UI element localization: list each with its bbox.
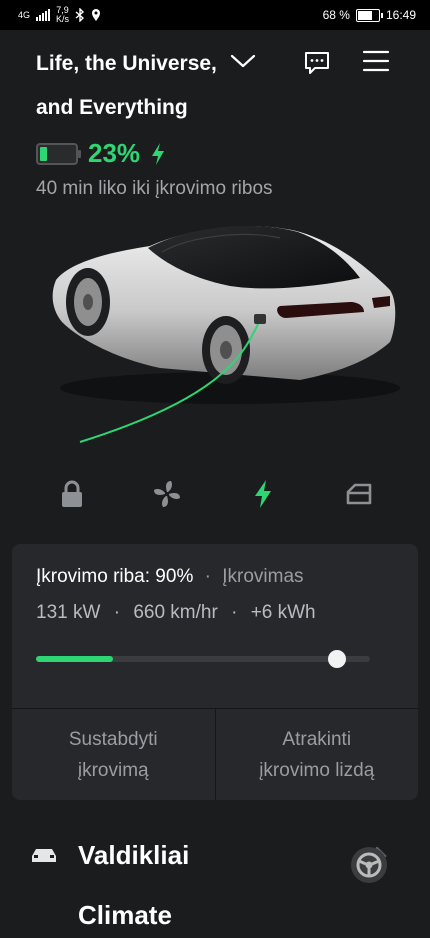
charging-state: Įkrovimas	[222, 566, 304, 587]
climate-row[interactable]: Climate	[0, 898, 430, 938]
steering-wheel-icon[interactable]	[351, 847, 387, 883]
charging-bolt-icon[interactable]	[245, 476, 281, 512]
controls-label: Valdikliai	[78, 840, 190, 870]
separator: ·	[113, 602, 121, 623]
charge-rate: 660 km/hr	[133, 602, 218, 623]
car-icon	[32, 849, 56, 862]
signal-icon	[36, 9, 51, 21]
time-to-limit: 40 min liko iki įkrovimo ribos	[36, 178, 273, 199]
charge-limit-handle[interactable]	[328, 650, 346, 668]
separator: ·	[231, 602, 238, 623]
battery-level-icon	[36, 142, 81, 165]
battery-icon	[355, 8, 383, 22]
frunk-icon[interactable]	[341, 476, 377, 512]
charge-limit-label: Įkrovimo riba: 90%	[36, 566, 194, 587]
hamburger-menu-icon[interactable]	[362, 50, 390, 77]
vehicle-name-line2[interactable]: and Everything	[36, 96, 188, 120]
separator: ·	[204, 566, 211, 587]
car-image	[52, 225, 400, 443]
charge-status: 23%	[36, 138, 166, 169]
bluetooth-icon	[75, 8, 85, 22]
charging-panel: Įkrovimo riba: 90% · Įkrovimas 131 kW · …	[12, 544, 419, 801]
energy-added: +6 kWh	[250, 602, 316, 623]
status-bar: 4G 7,9 K/s 68 % 16:49	[0, 0, 430, 30]
battery-percent: 68 %	[322, 8, 350, 22]
charge-level-fill	[36, 656, 113, 662]
lock-icon[interactable]	[54, 476, 90, 512]
stop-charging-button[interactable]: Sustabdyti įkrovimą	[12, 709, 215, 801]
network-type: 4G	[18, 9, 31, 20]
climate-label: Climate	[78, 900, 172, 930]
chevron-down-icon[interactable]	[230, 50, 256, 77]
charge-stats-line: 131 kW · 660 km/hr · +6 kWh	[36, 602, 316, 624]
charge-info-line: Įkrovimo riba: 90% · Įkrovimas	[36, 566, 304, 588]
clock: 16:49	[385, 8, 416, 22]
unlock-charge-port-button[interactable]: Atrakinti įkrovimo lizdą	[214, 709, 419, 801]
chat-bubble-icon[interactable]	[303, 50, 331, 81]
fan-icon[interactable]	[149, 476, 185, 512]
charge-percent: 23%	[88, 138, 141, 168]
charging-bolt-icon	[152, 142, 165, 165]
vehicle-name[interactable]: Life, the Universe,	[36, 52, 217, 76]
network-speed: 7,9 K/s	[56, 5, 70, 24]
charge-power: 131 kW	[36, 602, 101, 623]
location-icon	[92, 9, 101, 21]
charge-limit-slider[interactable]	[36, 650, 370, 668]
quick-controls	[0, 476, 430, 516]
